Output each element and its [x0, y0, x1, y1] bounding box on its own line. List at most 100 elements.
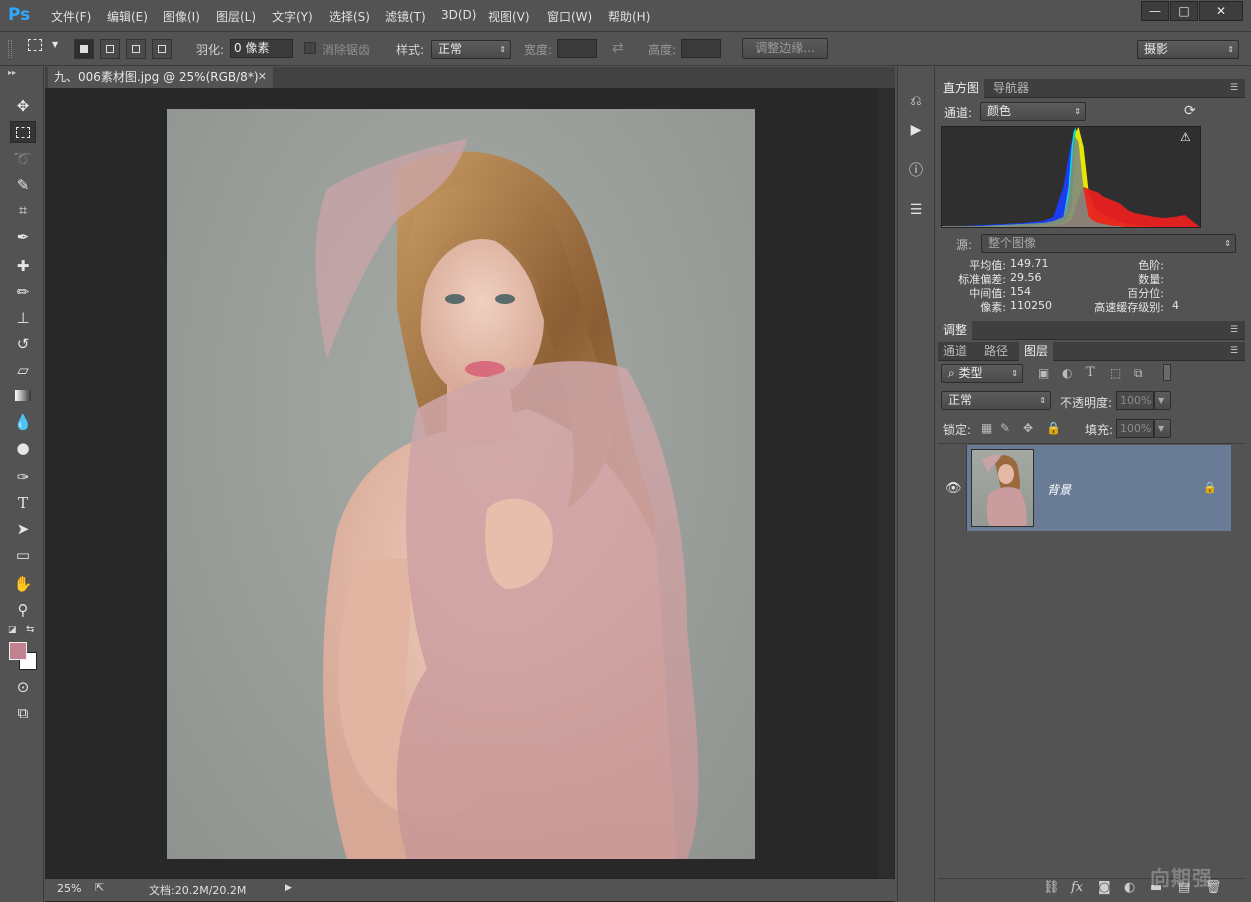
close-tab-icon[interactable]: ✕	[258, 67, 267, 87]
menu-layer[interactable]: 图层(L)	[216, 8, 256, 25]
antialias-checkbox[interactable]	[304, 42, 316, 54]
channel-select[interactable]: 颜色 ⇕	[980, 102, 1086, 121]
layer-name[interactable]: 背景	[1047, 481, 1071, 498]
new-selection-button[interactable]	[74, 39, 94, 59]
opacity-input[interactable]: 100%	[1116, 391, 1154, 410]
fx-icon[interactable]: fx	[1071, 880, 1083, 895]
default-colors-icon[interactable]: ◪	[8, 625, 17, 635]
brush-tool[interactable]: ✏	[10, 281, 36, 303]
layer-thumbnail[interactable]	[971, 449, 1034, 527]
screen-mode-button[interactable]: ⧉	[10, 702, 36, 724]
menu-window[interactable]: 窗口(W)	[547, 8, 592, 25]
eyedropper-tool[interactable]: ✒	[10, 226, 36, 248]
healing-brush-tool[interactable]: ✚	[10, 255, 36, 277]
eye-icon[interactable]: 👁	[945, 481, 962, 496]
close-button[interactable]: ✕	[1199, 1, 1243, 21]
type-tool[interactable]: T	[10, 492, 36, 514]
menu-select[interactable]: 选择(S)	[329, 8, 370, 25]
menu-file[interactable]: 文件(F)	[51, 8, 91, 25]
tab-paths[interactable]: 路径	[979, 342, 1013, 361]
filter-pixel-icon[interactable]: ▣	[1038, 366, 1049, 380]
menu-filter[interactable]: 滤镜(T)	[385, 8, 426, 25]
menu-edit[interactable]: 编辑(E)	[107, 8, 148, 25]
blur-tool[interactable]: 💧	[10, 411, 36, 433]
menu-type[interactable]: 文字(Y)	[272, 8, 313, 25]
pen-tool[interactable]: ✑	[10, 466, 36, 488]
swap-colors-icon[interactable]: ⇆	[26, 624, 34, 635]
filter-shape-icon[interactable]: ⬚	[1110, 366, 1121, 380]
width-input[interactable]	[557, 39, 597, 58]
menu-view[interactable]: 视图(V)	[488, 8, 530, 25]
status-menu-arrow-icon[interactable]: ▶	[285, 883, 292, 893]
menu-image[interactable]: 图像(I)	[163, 8, 200, 25]
quick-mask-button[interactable]: ⊙	[10, 676, 36, 698]
lock-image-icon[interactable]: ✎	[1000, 421, 1010, 435]
history-brush-tool[interactable]: ↺	[10, 333, 36, 355]
workspace-select[interactable]: 摄影 ⇕	[1137, 40, 1239, 59]
filter-toggle[interactable]	[1163, 364, 1171, 381]
tab-histogram[interactable]: 直方图	[938, 79, 985, 98]
history-icon[interactable]: ⎌	[904, 90, 928, 112]
vertical-scrollbar[interactable]	[878, 88, 894, 878]
share-icon[interactable]: ⇱	[95, 881, 104, 894]
height-input[interactable]	[681, 39, 721, 58]
feather-input[interactable]: 0 像素	[230, 39, 293, 58]
panel-menu-icon[interactable]: ☰	[1230, 325, 1238, 335]
lock-position-icon[interactable]: ✥	[1023, 421, 1033, 435]
menu-3d[interactable]: 3D(D)	[441, 8, 476, 22]
eraser-tool[interactable]: ▱	[10, 359, 36, 381]
lock-transparent-icon[interactable]: ▦	[981, 421, 992, 435]
adjustment-layer-icon[interactable]: ◐	[1124, 880, 1135, 895]
document-tab[interactable]: 九、006素材图.jpg @ 25%(RGB/8*) ✕	[48, 67, 273, 88]
actions-play-icon[interactable]: ▶	[904, 119, 928, 141]
fill-dropdown[interactable]: ▼	[1154, 419, 1171, 438]
refresh-icon[interactable]: ⟳	[1184, 103, 1196, 119]
gradient-tool[interactable]	[10, 385, 36, 407]
subtract-selection-button[interactable]	[126, 39, 146, 59]
zoom-tool[interactable]: ⚲	[10, 599, 36, 621]
refine-edge-button[interactable]: 调整边缘...	[742, 38, 828, 59]
maximize-button[interactable]: □	[1170, 1, 1198, 21]
layer-filter-select[interactable]: ⌕ 类型 ⇕	[941, 364, 1023, 383]
link-layers-icon[interactable]: ⛓	[1043, 880, 1060, 895]
minimize-button[interactable]: —	[1141, 1, 1169, 21]
layer-mask-icon[interactable]: ◙	[1098, 880, 1111, 895]
rectangle-tool[interactable]: ▭	[10, 544, 36, 566]
info-icon[interactable]: ⓘ	[904, 160, 928, 182]
swap-dimensions-icon[interactable]: ⇄	[612, 40, 624, 56]
intersect-selection-button[interactable]	[152, 39, 172, 59]
foreground-color-swatch[interactable]	[9, 642, 27, 660]
filter-smart-object-icon[interactable]: ⧉	[1134, 366, 1143, 381]
crop-tool[interactable]: ⌗	[10, 199, 36, 221]
path-selection-tool[interactable]: ➤	[10, 518, 36, 540]
lasso-tool[interactable]: ➰	[10, 148, 36, 170]
filter-type-icon[interactable]: T	[1086, 365, 1095, 380]
opacity-dropdown[interactable]: ▼	[1154, 391, 1171, 410]
tab-adjustments[interactable]: 调整	[938, 321, 973, 340]
warning-icon[interactable]: ⚠	[1180, 130, 1191, 144]
blend-mode-select[interactable]: 正常 ⇕	[941, 391, 1051, 410]
add-selection-button[interactable]	[100, 39, 120, 59]
tab-channels[interactable]: 通道	[938, 342, 972, 361]
filter-adjustment-icon[interactable]: ◐	[1062, 366, 1072, 380]
lock-all-icon[interactable]: 🔒	[1046, 421, 1061, 435]
panel-menu-icon[interactable]: ☰	[1230, 83, 1238, 93]
tab-navigator[interactable]: 导航器	[988, 79, 1034, 98]
dodge-tool[interactable]: ●	[10, 437, 36, 459]
tab-layers[interactable]: 图层	[1019, 342, 1054, 361]
zoom-level[interactable]: 25%	[57, 882, 81, 895]
collapse-panel-icon[interactable]: ▸▸	[8, 68, 16, 77]
move-tool[interactable]: ✥	[10, 95, 36, 117]
clone-stamp-tool[interactable]: ⊥	[10, 307, 36, 329]
source-select[interactable]: 整个图像 ⇕	[981, 234, 1236, 253]
quick-selection-tool[interactable]: ✎	[10, 174, 36, 196]
hand-tool[interactable]: ✋	[10, 573, 36, 595]
rectangular-marquee-tool[interactable]	[10, 121, 36, 143]
menu-help[interactable]: 帮助(H)	[608, 8, 650, 25]
image-canvas[interactable]	[167, 109, 755, 859]
fill-input[interactable]: 100%	[1116, 419, 1154, 438]
panel-menu-icon[interactable]: ☰	[1230, 346, 1238, 356]
properties-icon[interactable]: ☰	[904, 199, 928, 221]
tool-preset-picker[interactable]: ▼	[24, 38, 64, 60]
style-select[interactable]: 正常 ⇕	[431, 40, 511, 59]
